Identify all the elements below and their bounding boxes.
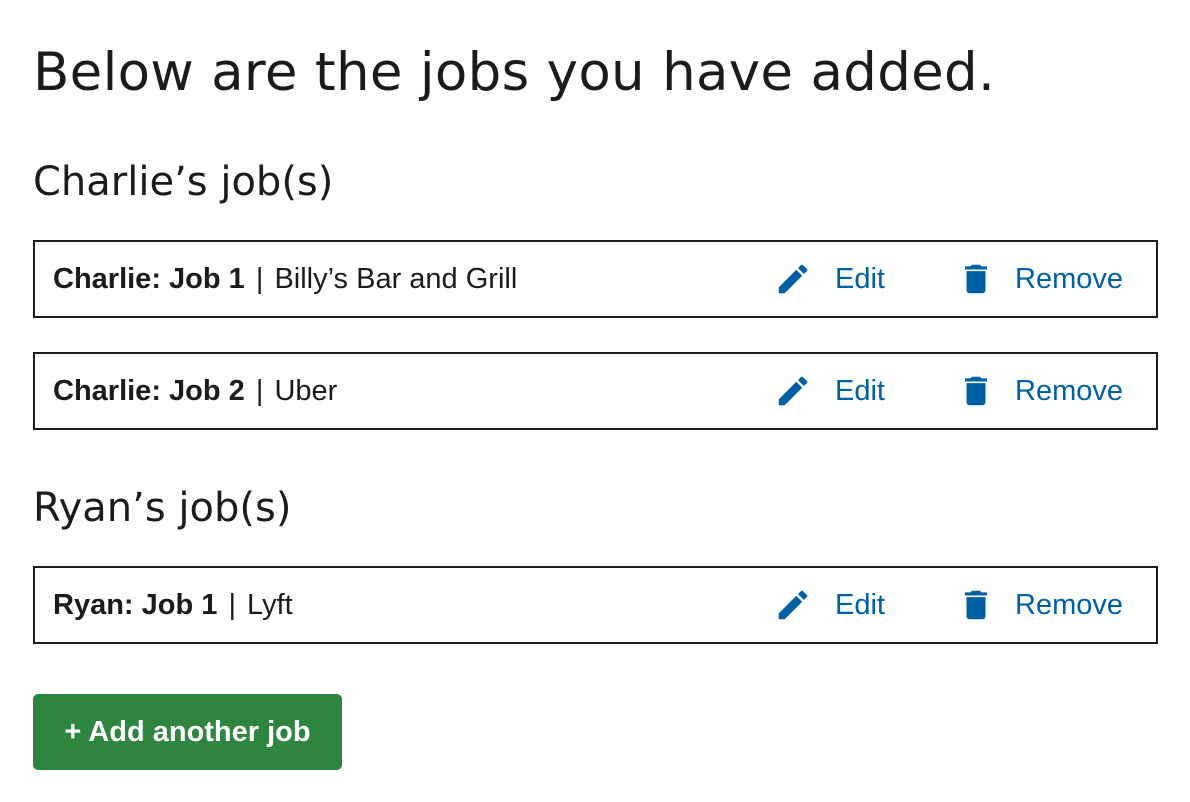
edit-label: Edit: [835, 588, 885, 621]
remove-label: Remove: [1015, 374, 1123, 407]
job-summary: Ryan: Job 1 | Lyft: [53, 568, 293, 642]
edit-label: Edit: [835, 262, 885, 295]
employer-name: Billy’s Bar and Grill: [274, 263, 518, 295]
job-card: Charlie: Job 2 | Uber Edit Remove: [33, 352, 1158, 430]
section-heading-charlie: Charlie’s job(s): [33, 159, 334, 205]
separator: |: [255, 375, 264, 407]
trash-icon: [956, 259, 996, 299]
remove-job-link[interactable]: Remove: [956, 354, 1123, 428]
job-summary: Charlie: Job 1 | Billy’s Bar and Grill: [53, 242, 517, 316]
remove-label: Remove: [1015, 588, 1123, 621]
section-heading-ryan: Ryan’s job(s): [33, 485, 292, 531]
separator: |: [228, 589, 236, 621]
add-another-job-button[interactable]: + Add another job: [33, 694, 342, 770]
separator: |: [255, 263, 264, 295]
job-id-label: Ryan: Job 1: [53, 589, 218, 621]
edit-label: Edit: [835, 374, 885, 407]
employer-name: Lyft: [247, 589, 293, 621]
remove-job-link[interactable]: Remove: [956, 242, 1123, 316]
trash-icon: [956, 371, 996, 411]
edit-job-link[interactable]: Edit: [773, 354, 885, 428]
job-id-label: Charlie: Job 1: [53, 263, 245, 295]
edit-job-link[interactable]: Edit: [773, 568, 885, 642]
edit-job-link[interactable]: Edit: [773, 242, 885, 316]
job-card: Ryan: Job 1 | Lyft Edit Remove: [33, 566, 1158, 644]
job-id-label: Charlie: Job 2: [53, 375, 245, 407]
pencil-icon: [773, 585, 813, 625]
job-summary: Charlie: Job 2 | Uber: [53, 354, 337, 428]
pencil-icon: [773, 371, 813, 411]
employer-name: Uber: [274, 375, 338, 407]
pencil-icon: [773, 259, 813, 299]
job-card: Charlie: Job 1 | Billy’s Bar and Grill E…: [33, 240, 1158, 318]
remove-label: Remove: [1015, 262, 1123, 295]
page-title: Below are the jobs you have added.: [33, 42, 996, 103]
remove-job-link[interactable]: Remove: [956, 568, 1123, 642]
trash-icon: [956, 585, 996, 625]
